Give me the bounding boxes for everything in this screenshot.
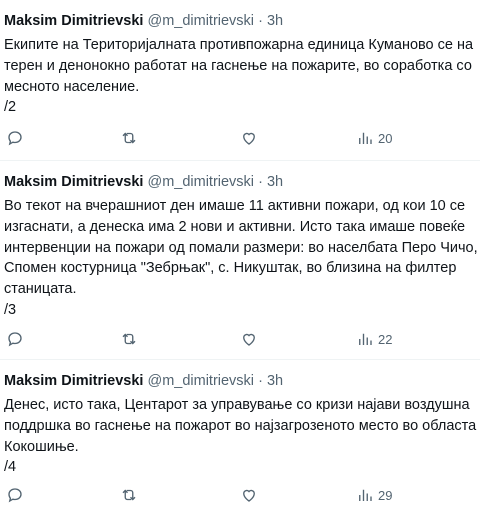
reply-button[interactable] <box>6 127 24 149</box>
tweet-text-line: /3 <box>4 301 17 318</box>
author-handle[interactable]: @m_dimitrievski <box>147 13 254 29</box>
tweet-text-line: Денес, исто така, Центарот за управување… <box>4 397 470 413</box>
heart-icon <box>243 132 255 145</box>
tweet-text-line: изгаснати, а денеска има 2 нови и активн… <box>4 218 466 235</box>
author-name[interactable]: Maksim Dimitrievski <box>4 13 143 29</box>
reply-icon <box>8 488 22 503</box>
like-button[interactable] <box>240 127 258 149</box>
timestamp[interactable]: 3h <box>267 174 283 190</box>
author-handle[interactable]: @m_dimitrievski <box>147 174 254 190</box>
tweet[interactable]: Maksim Dimitrievski @m_dimitrievski · 3h… <box>0 0 480 161</box>
views-button[interactable]: 29 <box>356 484 392 506</box>
retweet-button[interactable] <box>120 127 138 149</box>
tweet-text-line: станицата. <box>4 281 77 298</box>
separator-dot: · <box>258 373 263 389</box>
author-name[interactable]: Maksim Dimitrievski <box>4 373 143 389</box>
like-button[interactable] <box>240 484 258 506</box>
retweet-icon <box>122 132 136 144</box>
tweet-text-line: Спомен костурница "Зебрњак", с. Никуштак… <box>4 260 457 277</box>
views-button[interactable]: 20 <box>356 127 392 149</box>
bar-chart-icon <box>359 333 372 345</box>
tweet-header: Maksim Dimitrievski @m_dimitrievski · 3h <box>4 11 283 31</box>
tweet-header: Maksim Dimitrievski @m_dimitrievski · 3h <box>4 371 283 391</box>
tweet[interactable]: Maksim Dimitrievski @m_dimitrievski · 3h… <box>0 360 480 510</box>
tweet-text-line: интервенции на пожари од помали размери:… <box>4 239 478 256</box>
heart-icon <box>243 489 255 502</box>
tweet-actions: 22 <box>0 328 480 350</box>
retweet-icon <box>122 489 136 501</box>
tweet-text-line: поддршка во гаснење на пожарот во најзаг… <box>4 417 477 434</box>
separator-dot: · <box>258 13 263 29</box>
separator-dot: · <box>258 174 263 190</box>
tweet-text-line: Кокошиње. <box>4 438 79 455</box>
tweet-text: Во текот на вчерашниот ден имаше 11 акти… <box>4 196 478 321</box>
tweet-text-line: /4 <box>4 459 17 476</box>
tweet-actions: 20 <box>0 127 480 149</box>
tweet-text: Денес, исто така, Центарот за управување… <box>4 395 476 478</box>
timestamp[interactable]: 3h <box>267 13 283 29</box>
reply-button[interactable] <box>6 328 24 350</box>
tweet-text-line: терен и денонокно работат на гаснење на … <box>4 57 472 74</box>
heart-icon <box>243 333 255 346</box>
timestamp[interactable]: 3h <box>267 373 283 389</box>
retweet-icon <box>122 333 136 345</box>
tweet-text-line: Екипите на Територијалната противпожарна… <box>4 37 474 53</box>
tweet-text-line: Во текот на вчерашниот ден имаше 11 акти… <box>4 198 466 214</box>
views-count: 20 <box>378 130 393 146</box>
author-handle[interactable]: @m_dimitrievski <box>147 373 254 389</box>
tweet-text-line: месното население. <box>4 78 140 95</box>
retweet-button[interactable] <box>120 484 138 506</box>
tweet[interactable]: Maksim Dimitrievski @m_dimitrievski · 3h… <box>0 161 480 360</box>
reply-icon <box>8 131 22 146</box>
like-button[interactable] <box>240 328 258 350</box>
tweet-header: Maksim Dimitrievski @m_dimitrievski · 3h <box>4 172 283 192</box>
tweet-actions: 29 <box>0 484 480 506</box>
retweet-button[interactable] <box>120 328 138 350</box>
views-count: 22 <box>378 331 393 347</box>
views-count: 29 <box>378 487 393 503</box>
bar-chart-icon <box>359 132 372 144</box>
author-name[interactable]: Maksim Dimitrievski <box>4 174 143 190</box>
tweet-text-line: /2 <box>4 99 17 116</box>
tweet-text: Екипите на Територијалната противпожарна… <box>4 35 473 118</box>
reply-button[interactable] <box>6 484 24 506</box>
views-button[interactable]: 22 <box>356 328 392 350</box>
bar-chart-icon <box>359 489 372 501</box>
reply-icon <box>8 332 22 347</box>
